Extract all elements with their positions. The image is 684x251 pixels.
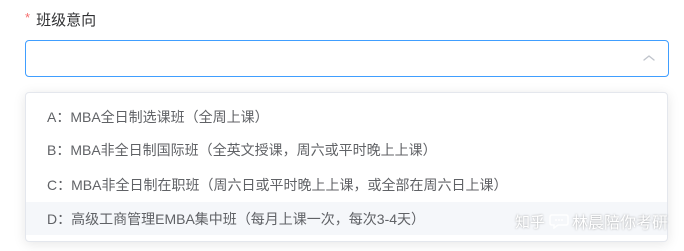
option-c[interactable]: C：MBA非全日制在职班（周六日或平时晚上上课，或全部在周六日上课） <box>26 168 667 201</box>
option-b[interactable]: B：MBA非全日制国际班（全英文授课，周六或平时晚上上课） <box>26 133 667 166</box>
field-label-text: 班级意向 <box>36 11 97 29</box>
watermark-prefix: 知乎 <box>514 213 545 231</box>
required-mark: * <box>25 9 31 25</box>
chat-bubble-icon <box>549 214 569 229</box>
watermark-handle: 林晨陪你考研 <box>571 215 668 232</box>
class-intent-label: * 班级意向 <box>25 9 96 29</box>
class-intent-select[interactable] <box>25 40 669 77</box>
watermark: 知乎 林晨陪你考研 <box>515 209 668 233</box>
chevron-up-icon[interactable] <box>642 53 656 63</box>
option-a[interactable]: A：MBA全日制选课班（全周上课） <box>26 100 667 133</box>
